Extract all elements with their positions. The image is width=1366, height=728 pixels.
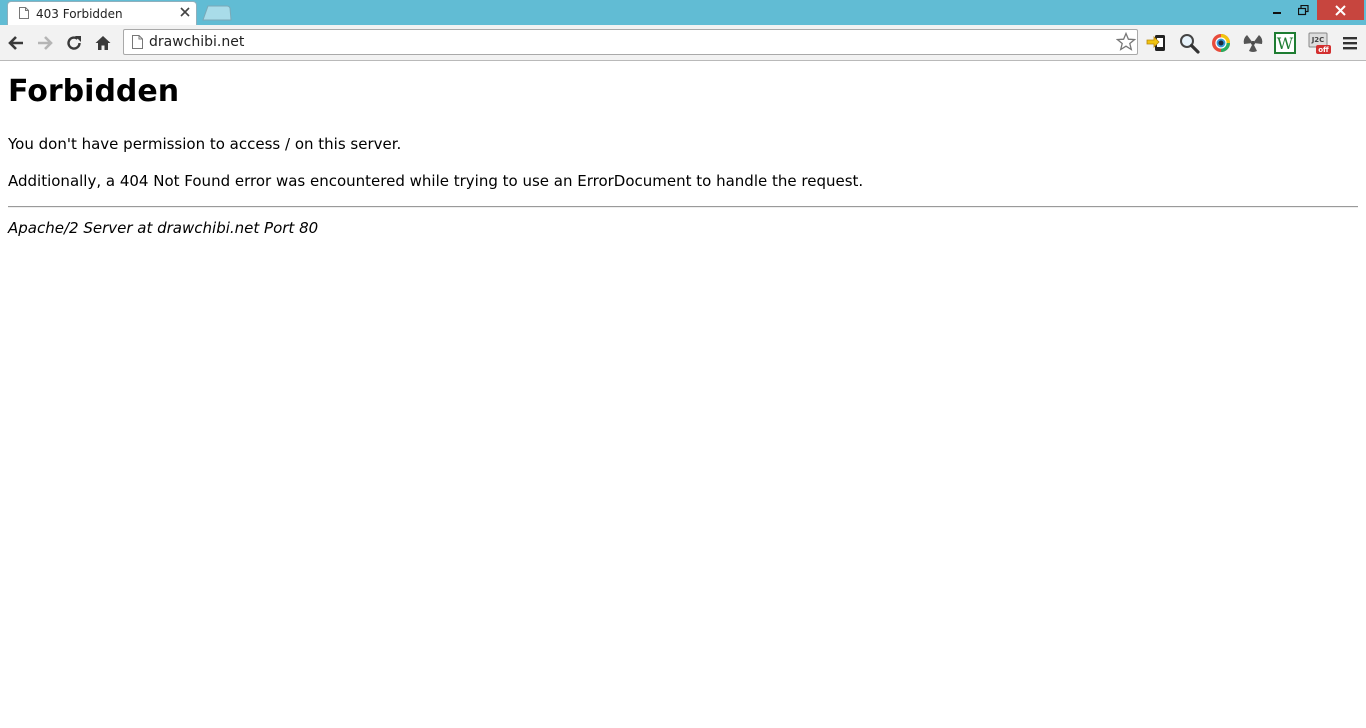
page-icon <box>132 35 143 49</box>
yellow-arrow-phone-icon <box>1146 35 1165 51</box>
tab-active[interactable]: 403 Forbidden <box>7 1 197 25</box>
error-message: You don't have permission to access / on… <box>8 135 402 153</box>
close-window-button[interactable] <box>1317 0 1364 20</box>
colorful-ring-icon <box>1212 34 1230 52</box>
search-extension-button[interactable] <box>1177 31 1201 55</box>
additional-error-message: Additionally, a 404 Not Found error was … <box>8 172 864 190</box>
reload-button[interactable] <box>63 32 85 54</box>
hamburger-menu-icon <box>1343 37 1357 50</box>
minimize-icon <box>1273 12 1281 14</box>
browser-menu-button[interactable] <box>1338 31 1362 55</box>
back-button[interactable] <box>5 32 27 54</box>
forward-button[interactable] <box>34 32 56 54</box>
svg-text:W: W <box>1277 34 1294 53</box>
url-input[interactable] <box>149 32 1109 52</box>
extension-button[interactable] <box>1241 31 1265 55</box>
reload-icon <box>67 36 81 50</box>
tab-close-icon[interactable] <box>180 7 190 17</box>
forward-arrow-icon <box>38 36 53 50</box>
back-arrow-icon <box>8 36 23 50</box>
extension-button[interactable]: J2C off <box>1307 31 1331 55</box>
w-icon: W <box>1274 32 1296 54</box>
bookmark-star-icon[interactable] <box>1116 32 1136 52</box>
svg-text:J2C: J2C <box>1311 36 1325 44</box>
magnifier-icon <box>1180 34 1200 54</box>
address-bar[interactable] <box>123 29 1138 55</box>
divider <box>8 206 1358 208</box>
extension-button[interactable] <box>1209 31 1233 55</box>
new-tab-button[interactable] <box>202 5 232 21</box>
j2c-off-icon: J2C off <box>1308 32 1331 54</box>
close-icon <box>1335 4 1346 16</box>
browser-toolbar: W J2C off <box>0 25 1366 61</box>
browser-title-bar: 403 Forbidden <box>0 0 1366 25</box>
extension-button[interactable]: W <box>1273 31 1297 55</box>
tab-title: 403 Forbidden <box>36 7 123 21</box>
server-signature: Apache/2 Server at drawchibi.net Port 80 <box>8 219 319 237</box>
restore-button[interactable] <box>1290 0 1316 20</box>
page-icon <box>19 7 29 19</box>
minimize-button[interactable] <box>1264 0 1290 20</box>
home-button[interactable] <box>92 32 114 54</box>
extension-button[interactable] <box>1145 31 1169 55</box>
radiation-icon <box>1243 35 1263 52</box>
svg-text:off: off <box>1318 46 1329 54</box>
restore-icon <box>1297 4 1309 15</box>
page-content: Forbidden You don't have permission to a… <box>8 62 1358 237</box>
home-icon <box>95 36 111 50</box>
page-title: Forbidden <box>8 74 180 109</box>
